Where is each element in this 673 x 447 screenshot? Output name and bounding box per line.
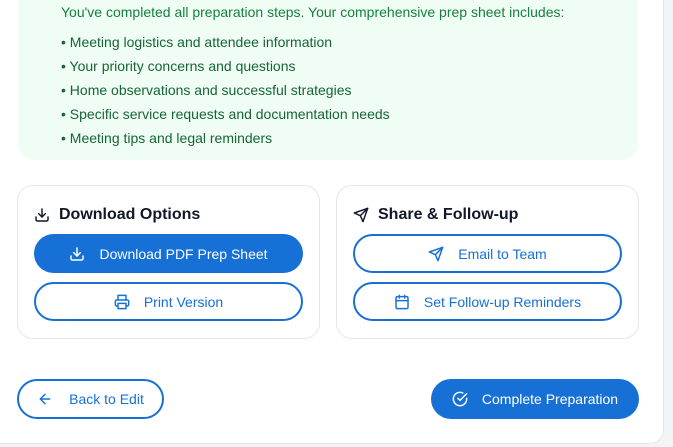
- summary-item: Home observations and successful strateg…: [61, 78, 638, 102]
- share-followup-card: Share & Follow-up Email to Team Set Foll…: [336, 185, 639, 339]
- summary-intro: You've completed all preparation steps. …: [61, 4, 565, 20]
- prep-complete-panel: You've completed all preparation steps. …: [0, 0, 664, 444]
- send-icon: [428, 246, 444, 261]
- email-team-button[interactable]: Email to Team: [353, 234, 622, 273]
- print-version-label: Print Version: [143, 293, 224, 310]
- printer-icon: [114, 294, 130, 309]
- completion-summary: You've completed all preparation steps. …: [18, 0, 638, 160]
- summary-item: Meeting logistics and attendee informati…: [61, 30, 638, 54]
- share-followup-title: Share & Follow-up: [378, 206, 519, 223]
- summary-list: Meeting logistics and attendee informati…: [61, 30, 638, 150]
- complete-preparation-button[interactable]: Complete Preparation: [431, 379, 639, 419]
- download-icon: [35, 208, 49, 222]
- download-pdf-button[interactable]: Download PDF Prep Sheet: [34, 234, 303, 273]
- share-followup-heading: Share & Follow-up: [353, 206, 518, 224]
- download-icon: [70, 246, 85, 261]
- complete-preparation-label: Complete Preparation: [481, 391, 619, 407]
- download-pdf-label: Download PDF Prep Sheet: [99, 245, 268, 262]
- print-version-button[interactable]: Print Version: [34, 282, 303, 321]
- check-circle-icon: [452, 391, 468, 407]
- calendar-icon: [395, 294, 409, 309]
- back-to-edit-label: Back to Edit: [69, 391, 144, 407]
- summary-item: Your priority concerns and questions: [61, 54, 638, 78]
- set-reminders-label: Set Follow-up Reminders: [423, 293, 582, 310]
- download-options-card: Download Options Download PDF Prep Sheet…: [17, 185, 320, 339]
- download-options-title: Download Options: [59, 206, 201, 223]
- send-icon: [353, 207, 369, 223]
- summary-item: Specific service requests and documentat…: [61, 102, 638, 126]
- arrow-left-icon: [39, 393, 51, 405]
- back-to-edit-button[interactable]: Back to Edit: [17, 379, 164, 419]
- set-reminders-button[interactable]: Set Follow-up Reminders: [353, 282, 622, 321]
- download-options-heading: Download Options: [34, 206, 200, 224]
- email-team-label: Email to Team: [458, 245, 547, 262]
- summary-item: Meeting tips and legal reminders: [61, 126, 638, 150]
